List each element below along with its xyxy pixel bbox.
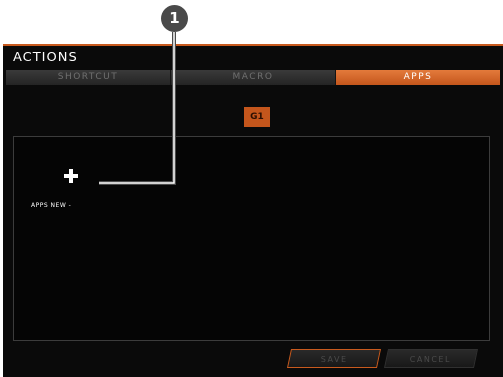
plus-icon[interactable] (64, 169, 78, 183)
actions-window: ACTIONS SHORTCUT MACRO APPS G1 APPS NEW … (3, 44, 503, 377)
cancel-button-label: CANCEL (410, 355, 452, 364)
callout-number-badge: 1 (161, 5, 188, 32)
tab-macro[interactable]: MACRO (171, 70, 336, 85)
save-button[interactable]: SAVE (286, 349, 382, 368)
tab-apps[interactable]: APPS (336, 70, 500, 85)
tab-shortcut[interactable]: SHORTCUT (6, 70, 171, 85)
cancel-button[interactable]: CANCEL (383, 349, 479, 368)
g1-key-badge[interactable]: G1 (244, 107, 270, 127)
tab-bar: SHORTCUT MACRO APPS (6, 70, 500, 85)
window-title: ACTIONS (13, 50, 78, 65)
apps-panel: APPS NEW - (13, 136, 490, 341)
apps-new-label[interactable]: APPS NEW - (31, 202, 71, 209)
stage: ACTIONS SHORTCUT MACRO APPS G1 APPS NEW … (0, 0, 503, 377)
save-button-label: SAVE (320, 355, 348, 364)
